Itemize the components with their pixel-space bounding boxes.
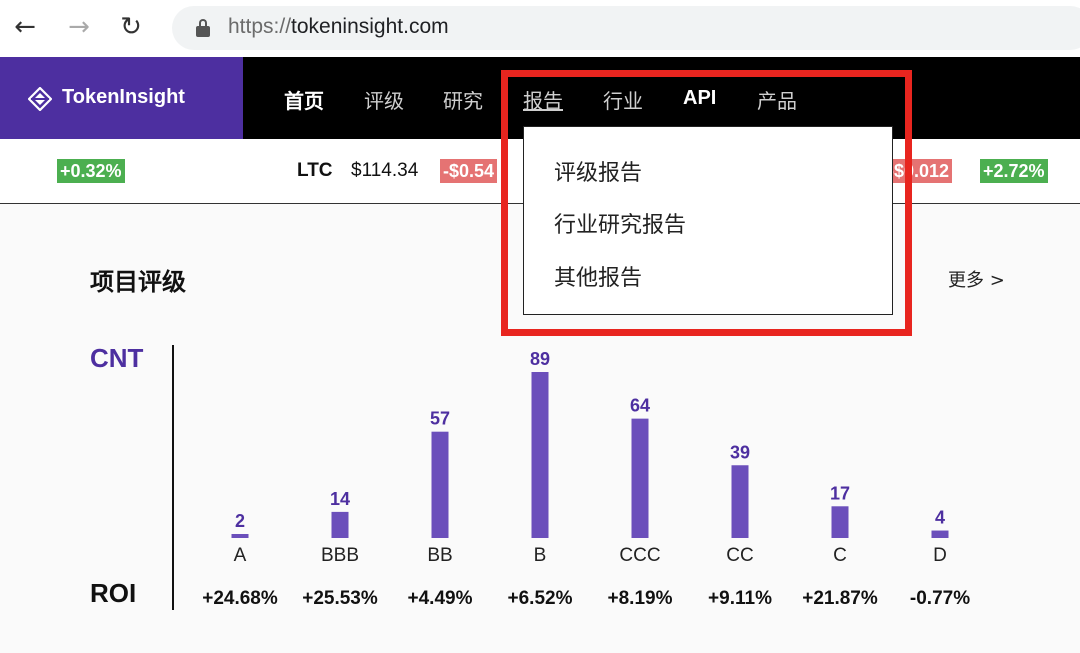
chart-bar[interactable]: [731, 465, 749, 538]
roi-value: +21.87%: [802, 588, 878, 609]
change-badge: +2.72%: [980, 159, 1048, 183]
logo-diamond-icon: [28, 87, 52, 111]
bar-value-label: 39: [730, 442, 750, 462]
category-label: BBB: [321, 545, 359, 566]
bar-value-label: 57: [430, 409, 450, 429]
bar-value-label: 2: [235, 511, 245, 531]
address-bar[interactable]: https://tokeninsight.com: [172, 6, 1080, 50]
url-text[interactable]: https://tokeninsight.com: [228, 15, 449, 39]
nav-home[interactable]: 首页: [284, 85, 324, 114]
category-label: CC: [726, 545, 753, 566]
change-badge: +0.32%: [57, 159, 125, 183]
browser-toolbar: ← → ↻ https://tokeninsight.com: [0, 0, 1080, 57]
roi-label: ROI: [90, 578, 137, 608]
more-link[interactable]: 更多 >: [948, 266, 1005, 292]
chart-bar[interactable]: [631, 418, 649, 538]
chart-bar[interactable]: [231, 534, 249, 538]
axis-line: [172, 345, 174, 610]
bar-value-label: 4: [935, 508, 945, 528]
lock-icon[interactable]: [196, 19, 210, 37]
category-label: CCC: [619, 545, 660, 566]
roi-value: +4.49%: [407, 588, 473, 609]
roi-value: +25.53%: [302, 588, 378, 609]
bar-value-label: 17: [830, 483, 850, 503]
ticker-symbol[interactable]: LTC: [297, 160, 333, 182]
roi-value: -0.77%: [909, 588, 971, 609]
nav-research[interactable]: 研究: [443, 85, 483, 114]
rating-count-chart: 2 A 14 BBB 57 BB 89 B 64 CCC 39 CC 17 C 4 D: [231, 349, 949, 566]
category-label: B: [534, 545, 547, 566]
chart-bar[interactable]: [331, 511, 349, 538]
chart-bar[interactable]: [431, 431, 449, 538]
back-arrow-icon[interactable]: ←: [10, 12, 40, 42]
ticker-price: $114.34: [351, 160, 419, 181]
roi-value: +8.19%: [607, 588, 673, 609]
section-title: 项目评级: [90, 268, 186, 296]
bar-value-label: 14: [330, 489, 350, 509]
category-label: BB: [427, 545, 452, 566]
logo-text: TokenInsight: [62, 86, 185, 108]
cnt-label: CNT: [90, 343, 144, 373]
chart-bar[interactable]: [531, 372, 549, 538]
bar-value-label: 64: [630, 396, 650, 416]
nav-ratings[interactable]: 评级: [364, 85, 404, 114]
chart-bar[interactable]: [831, 506, 849, 538]
category-label: A: [234, 545, 247, 566]
roi-value: +9.11%: [708, 588, 772, 609]
logo[interactable]: TokenInsight: [0, 57, 243, 139]
highlight-box: [501, 70, 912, 336]
reload-icon[interactable]: ↻: [116, 12, 146, 42]
roi-value: +24.68%: [202, 588, 278, 609]
bar-value-label: 89: [530, 349, 550, 369]
roi-value: +6.52%: [507, 588, 573, 609]
category-label: C: [833, 545, 847, 566]
forward-arrow-icon[interactable]: →: [64, 12, 94, 42]
chart-bar[interactable]: [931, 530, 949, 538]
change-badge: -$0.54: [440, 159, 498, 183]
category-label: D: [933, 545, 947, 566]
